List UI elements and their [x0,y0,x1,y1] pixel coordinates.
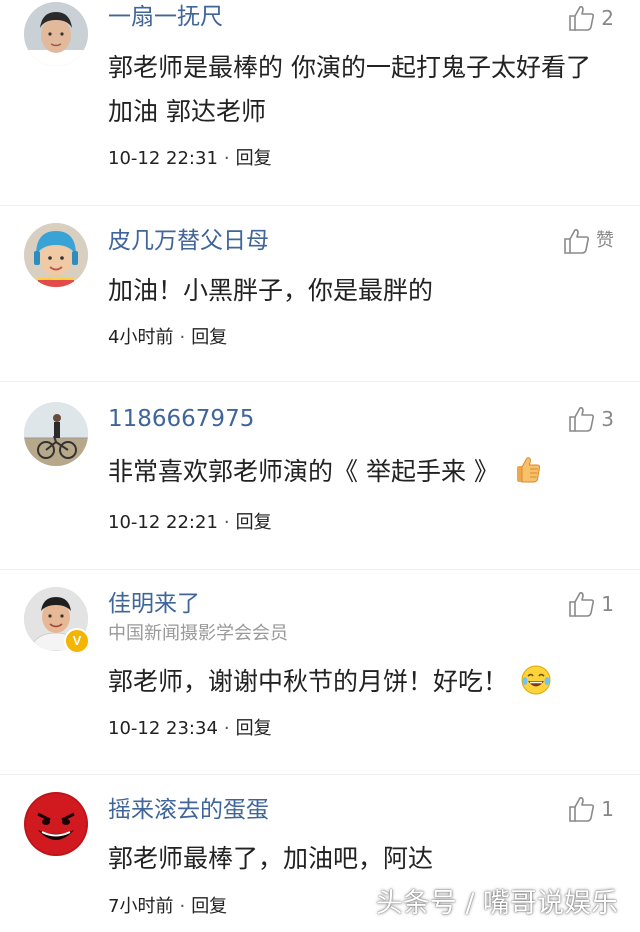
meta-separator: · [179,896,186,917]
comment-meta: 10-12 23:34 · 回复 [108,717,272,741]
username[interactable]: 摇来滚去的蛋蛋 [108,795,269,825]
user-avatar[interactable] [24,402,88,466]
comment-time: 4小时前 [108,327,174,348]
comment-meta: 10-12 22:31 · 回复 [108,147,272,171]
user-certification: 中国新闻摄影学会会员 [108,623,288,644]
user-avatar[interactable] [24,223,88,287]
child-helmet-avatar-icon [24,223,88,287]
comment-text: 郭老师是最棒的 你演的一起打鬼子太好看了 加油 郭达老师 [108,53,591,126]
user-avatar[interactable] [24,792,88,856]
like-count: 2 [601,6,614,30]
comment-time: 10-12 23:34 [108,718,218,739]
like-button[interactable]: 1 [567,793,614,825]
meta-separator: · [179,327,186,348]
meta-separator: · [223,148,230,169]
like-button[interactable]: 2 [567,2,614,34]
comment-meta: 7小时前 · 回复 [108,895,227,919]
thumbs-up-emoji-icon [516,457,540,483]
comment-item: 一扇一抚尺 2 郭老师是最棒的 你演的一起打鬼子太好看了 加油 郭达老师 10-… [0,0,640,205]
comment-item: 1186667975 3 非常喜欢郭老师演的《 举起手来 》 10-12 22:… [0,382,640,569]
reply-button[interactable]: 回复 [236,718,272,739]
reply-button[interactable]: 回复 [236,148,272,169]
meta-separator: · [223,718,230,739]
like-count: 1 [601,592,614,616]
comment-text: 郭老师，谢谢中秋节的月饼！好吃！ [108,660,618,704]
comment-time: 7小时前 [108,896,174,917]
comment-text: 郭老师最棒了，加油吧，阿达 [108,844,434,873]
comment-text: 非常喜欢郭老师演的《 举起手来 》 [108,450,618,494]
thumbs-up-icon [569,407,595,432]
comment-text-body: 郭老师，谢谢中秋节的月饼！好吃！ [108,667,509,696]
comment-meta: 10-12 22:21 · 回复 [108,511,272,535]
reply-button[interactable]: 回复 [191,896,227,917]
reply-button[interactable]: 回复 [236,512,272,533]
thumbs-up-icon [569,797,595,822]
meta-separator: · [223,512,230,533]
username[interactable]: 一扇一抚尺 [108,2,223,32]
laughing-tears-emoji-icon [521,665,551,695]
reply-button[interactable]: 回复 [191,327,227,348]
comment-meta: 4小时前 · 回复 [108,326,227,350]
thumbs-up-icon [569,592,595,617]
comment-item: 皮几万替父日母 赞 加油！小黑胖子，你是最胖的 4小时前 · 回复 [0,206,640,381]
thumbs-up-icon [564,229,590,254]
comment-list: 一扇一抚尺 2 郭老师是最棒的 你演的一起打鬼子太好看了 加油 郭达老师 10-… [0,0,640,932]
thumbs-up-icon [569,6,595,31]
comment-item: V 佳明来了 中国新闻摄影学会会员 1 郭老师，谢谢中秋节的月饼！好吃！ 10-… [0,570,640,774]
like-count: 3 [601,407,614,431]
like-count: 赞 [596,230,614,251]
comment-time: 10-12 22:21 [108,512,218,533]
username[interactable]: 1186667975 [108,404,254,434]
red-devil-smiley-avatar-icon [24,792,88,856]
comment-time: 10-12 22:31 [108,148,218,169]
user-avatar[interactable] [24,2,88,66]
comment-text-body: 非常喜欢郭老师演的《 举起手来 》 [108,457,499,486]
like-button[interactable]: 1 [567,588,614,620]
cyclist-landscape-avatar-icon [24,402,88,466]
comment-text: 加油！小黑胖子，你是最胖的 [108,276,434,305]
like-button[interactable]: 赞 [562,225,614,257]
username[interactable]: 佳明来了 [108,589,200,619]
watermark: 头条号 / 嘴哥说娱乐 [375,888,618,919]
like-button[interactable]: 3 [567,403,614,435]
verified-badge: V [64,628,90,654]
like-count: 1 [601,797,614,821]
young-man-avatar-icon [24,2,88,66]
username[interactable]: 皮几万替父日母 [108,226,269,256]
